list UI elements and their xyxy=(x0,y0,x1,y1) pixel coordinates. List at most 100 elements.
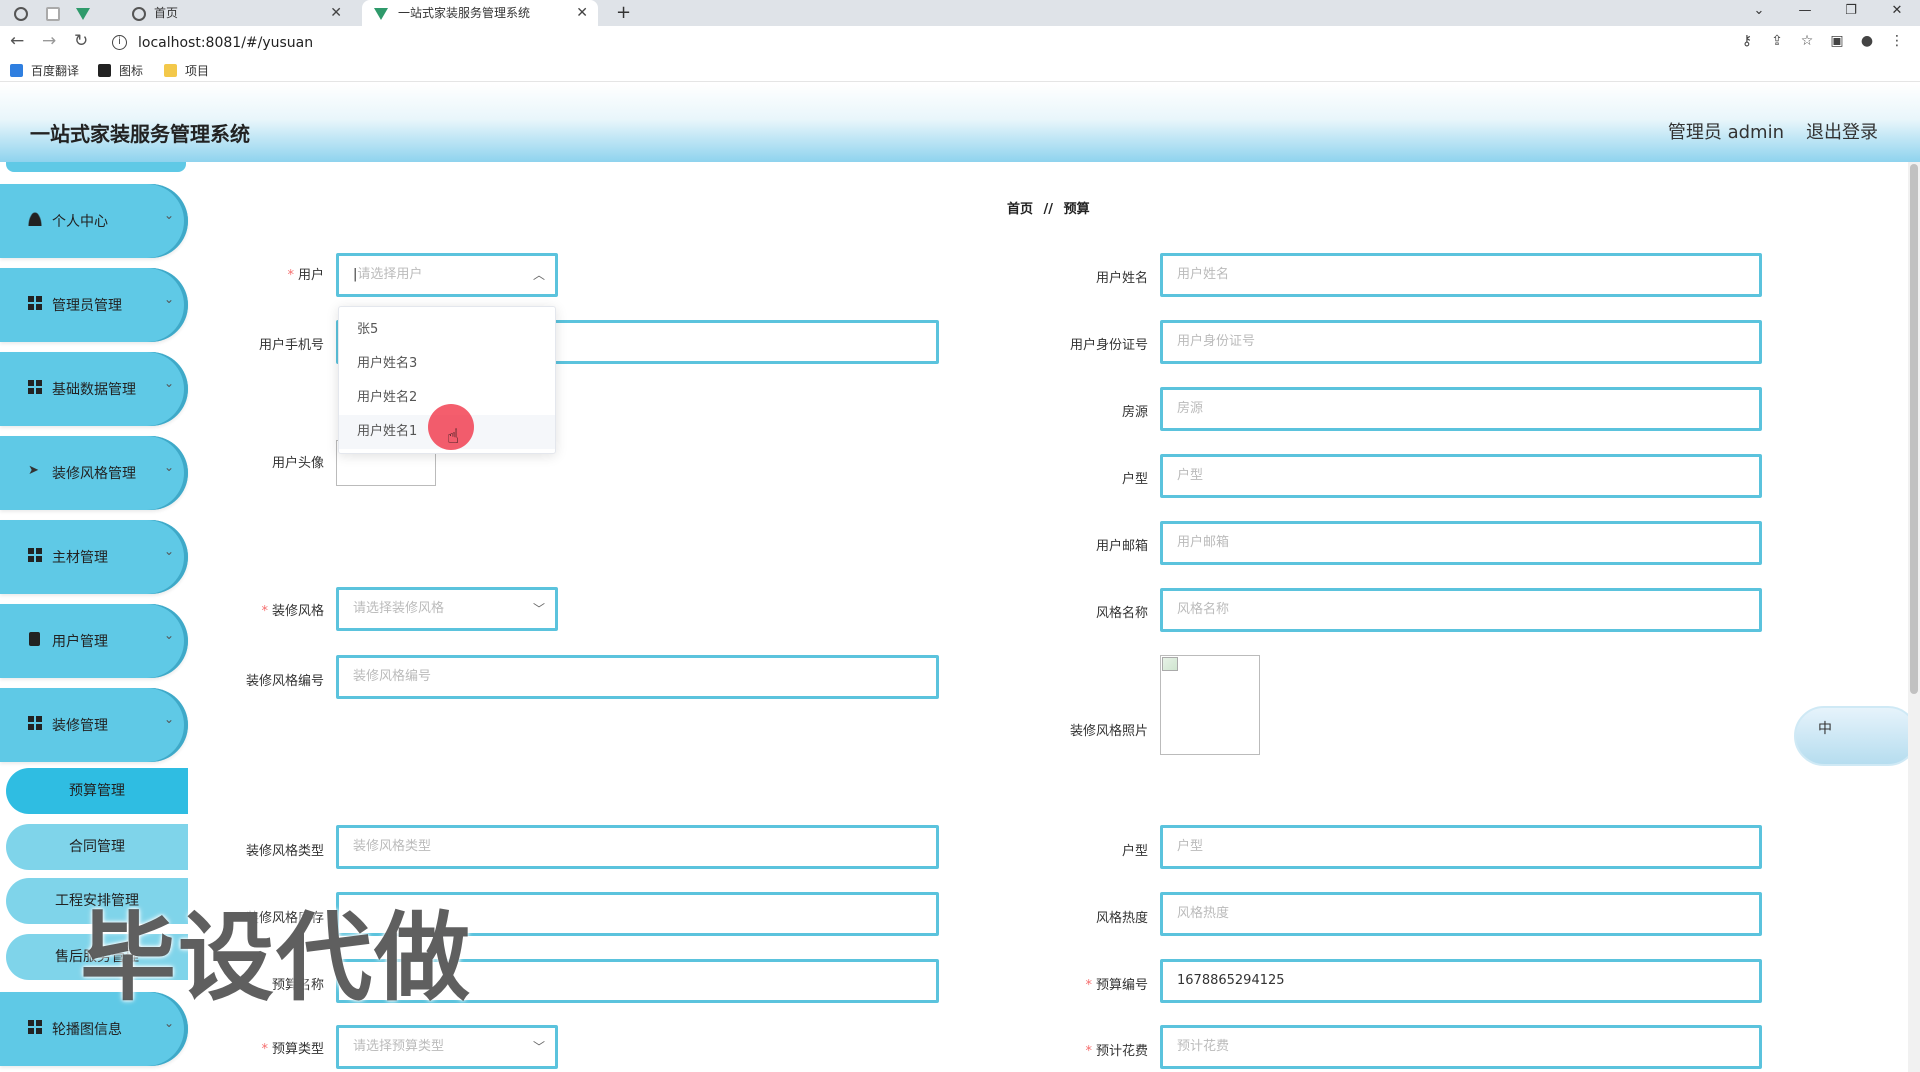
vue-logo-icon xyxy=(76,7,90,20)
breadcrumb-home[interactable]: 首页 xyxy=(1007,202,1033,217)
back-icon[interactable]: ← xyxy=(10,31,24,51)
bookmark-project[interactable]: 项目 xyxy=(164,60,209,82)
browser-tab-active[interactable]: 一站式家装服务管理系统 ✕ xyxy=(362,0,598,26)
app-title: 一站式家装服务管理系统 xyxy=(30,122,250,146)
sidebar-item-basic-data[interactable]: 基础数据管理 ⌄ xyxy=(0,352,188,426)
budget-type-select[interactable]: 请选择预算类型 ﹀ xyxy=(336,1025,558,1069)
current-user: 管理员 admin xyxy=(1667,122,1784,143)
layout-input[interactable]: 户型 xyxy=(1160,454,1762,498)
style-name-input[interactable]: 风格名称 xyxy=(1160,588,1762,632)
sidebar-item-label: 主材管理 xyxy=(52,550,108,566)
email-input[interactable]: 用户邮箱 xyxy=(1160,521,1762,565)
idcard-input[interactable]: 用户身份证号 xyxy=(1160,320,1762,364)
sidebar-item-label: 个人中心 xyxy=(52,214,108,230)
page-icon xyxy=(46,6,60,21)
close-window-icon[interactable]: ✕ xyxy=(1874,0,1920,22)
vue-logo-icon xyxy=(374,7,388,20)
watermark: 毕设代做 xyxy=(80,902,472,1014)
sidebar-item-label: 管理员管理 xyxy=(52,298,122,314)
ime-widget[interactable]: 中 xyxy=(1794,706,1918,766)
restore-icon[interactable]: ❐ xyxy=(1828,0,1874,22)
menu-icon[interactable]: ⋮ xyxy=(1882,33,1912,49)
house-input[interactable]: 房源 xyxy=(1160,387,1762,431)
browser-tab[interactable] xyxy=(14,0,38,26)
sidebar-item-label: 装修风格管理 xyxy=(52,466,136,482)
user-label: * 用户 xyxy=(287,268,324,283)
chevron-up-icon: ︿ xyxy=(532,268,545,282)
browser-tab[interactable] xyxy=(76,0,100,26)
sidebar-item-material-management[interactable]: 主材管理 ⌄ xyxy=(0,520,188,594)
breadcrumb-separator: // xyxy=(1043,202,1054,217)
chevron-down-icon: ﹀ xyxy=(532,602,545,616)
profile-icon[interactable]: ● xyxy=(1852,33,1882,49)
bookmark-label: 项目 xyxy=(185,64,210,78)
dropdown-option[interactable]: 用户姓名3 xyxy=(339,347,555,381)
bookmark-label: 百度翻译 xyxy=(31,64,80,78)
budget-no-input[interactable]: 1678865294125 xyxy=(1160,959,1762,1003)
close-tab-icon[interactable]: ✕ xyxy=(330,0,342,26)
clipboard-icon xyxy=(29,632,40,646)
style-no-label: 装修风格编号 xyxy=(245,674,324,689)
browser-tab-home[interactable]: 首页 ✕ xyxy=(132,0,352,26)
layout2-label: 户型 xyxy=(1121,844,1148,859)
sidebar-subitem-contract[interactable]: 合同管理 xyxy=(6,824,188,870)
grid-icon xyxy=(28,716,42,730)
sidepanel-icon[interactable]: ▣ xyxy=(1822,33,1852,49)
style-no-input[interactable]: 装修风格编号 xyxy=(336,655,939,699)
info-icon[interactable]: i xyxy=(112,35,127,50)
style-photo-label: 装修风格照片 xyxy=(1069,724,1148,739)
budget-type-label: * 预算类型 xyxy=(261,1042,324,1057)
chevron-down-icon: ⌄ xyxy=(163,376,174,390)
username-input[interactable]: 用户姓名 xyxy=(1160,253,1762,297)
style-type-input[interactable]: 装修风格类型 xyxy=(336,825,939,869)
user-select[interactable]: |请选择用户 ︿ xyxy=(336,253,558,297)
dropdown-option[interactable]: 张5 xyxy=(339,313,555,347)
style-select[interactable]: 请选择装修风格 ﹀ xyxy=(336,587,558,631)
window-controls: ⌄ — ❐ ✕ xyxy=(1736,0,1920,26)
hand-cursor-icon: ☝ xyxy=(447,424,460,448)
folder-icon xyxy=(164,64,177,77)
url-field[interactable]: localhost:8081/#/yusuan xyxy=(138,33,313,53)
bookmark-icons[interactable]: 图标 xyxy=(98,60,143,82)
sidebar-item-personal-center[interactable]: 个人中心 ⌄ xyxy=(0,184,188,258)
cost-input[interactable]: 预计花费 xyxy=(1160,1025,1762,1069)
heat-input[interactable]: 风格热度 xyxy=(1160,892,1762,936)
sidebar-item-user-management[interactable]: 用户管理 ⌄ xyxy=(0,604,188,678)
sidebar-item-decoration-management[interactable]: 装修管理 ⌄ xyxy=(0,688,188,762)
chevron-down-icon: ⌄ xyxy=(163,628,174,642)
scrollbar-thumb[interactable] xyxy=(1910,164,1918,694)
phone-label: 用户手机号 xyxy=(258,338,324,353)
sidebar-item-label: 轮播图信息 xyxy=(52,1022,122,1038)
globe-icon xyxy=(14,6,28,21)
star-icon[interactable]: ☆ xyxy=(1792,33,1822,49)
budget-type-placeholder: 请选择预算类型 xyxy=(353,1039,445,1054)
sidebar-item-style-management[interactable]: ➤ 装修风格管理 ⌄ xyxy=(0,436,188,510)
tab-label: 一站式家装服务管理系统 xyxy=(398,6,531,20)
close-tab-icon[interactable]: ✕ xyxy=(576,0,588,26)
translate-icon xyxy=(10,64,23,77)
reload-icon[interactable]: ↻ xyxy=(74,31,88,51)
share-icon[interactable]: ⇪ xyxy=(1762,33,1792,49)
sidebar-item-admin-management[interactable]: 管理员管理 ⌄ xyxy=(0,268,188,342)
ime-label: 中 xyxy=(1818,721,1832,737)
browser-tab[interactable] xyxy=(46,0,70,26)
address-bar: ← → ↻ i localhost:8081/#/yusuan ⚷ ⇪ ☆ ▣ ● ⋮ xyxy=(0,26,1920,60)
logout-link[interactable]: 退出登录 xyxy=(1806,118,1878,144)
sidebar-item-label: 装修管理 xyxy=(52,718,108,734)
minimize-icon[interactable]: — xyxy=(1782,0,1828,22)
grid-icon xyxy=(28,296,42,310)
layout2-input[interactable]: 户型 xyxy=(1160,825,1762,869)
key-icon[interactable]: ⚷ xyxy=(1732,33,1762,49)
new-tab-button[interactable]: + xyxy=(616,0,631,26)
budget-no-label: * 预算编号 xyxy=(1085,978,1148,993)
user-select-placeholder: 请选择用户 xyxy=(357,267,423,282)
bookmark-label: 图标 xyxy=(119,64,144,78)
page-scrollbar[interactable] xyxy=(1908,162,1920,1072)
tab-search-icon[interactable]: ⌄ xyxy=(1736,0,1782,22)
style-select-placeholder: 请选择装修风格 xyxy=(353,601,445,616)
idcard-label: 用户身份证号 xyxy=(1069,338,1148,353)
bookmark-baidu-translate[interactable]: 百度翻译 xyxy=(10,60,79,82)
forward-icon[interactable]: → xyxy=(42,31,56,51)
sidebar-subitem-budget[interactable]: 预算管理 xyxy=(6,768,188,814)
broken-image-icon xyxy=(1162,657,1178,671)
